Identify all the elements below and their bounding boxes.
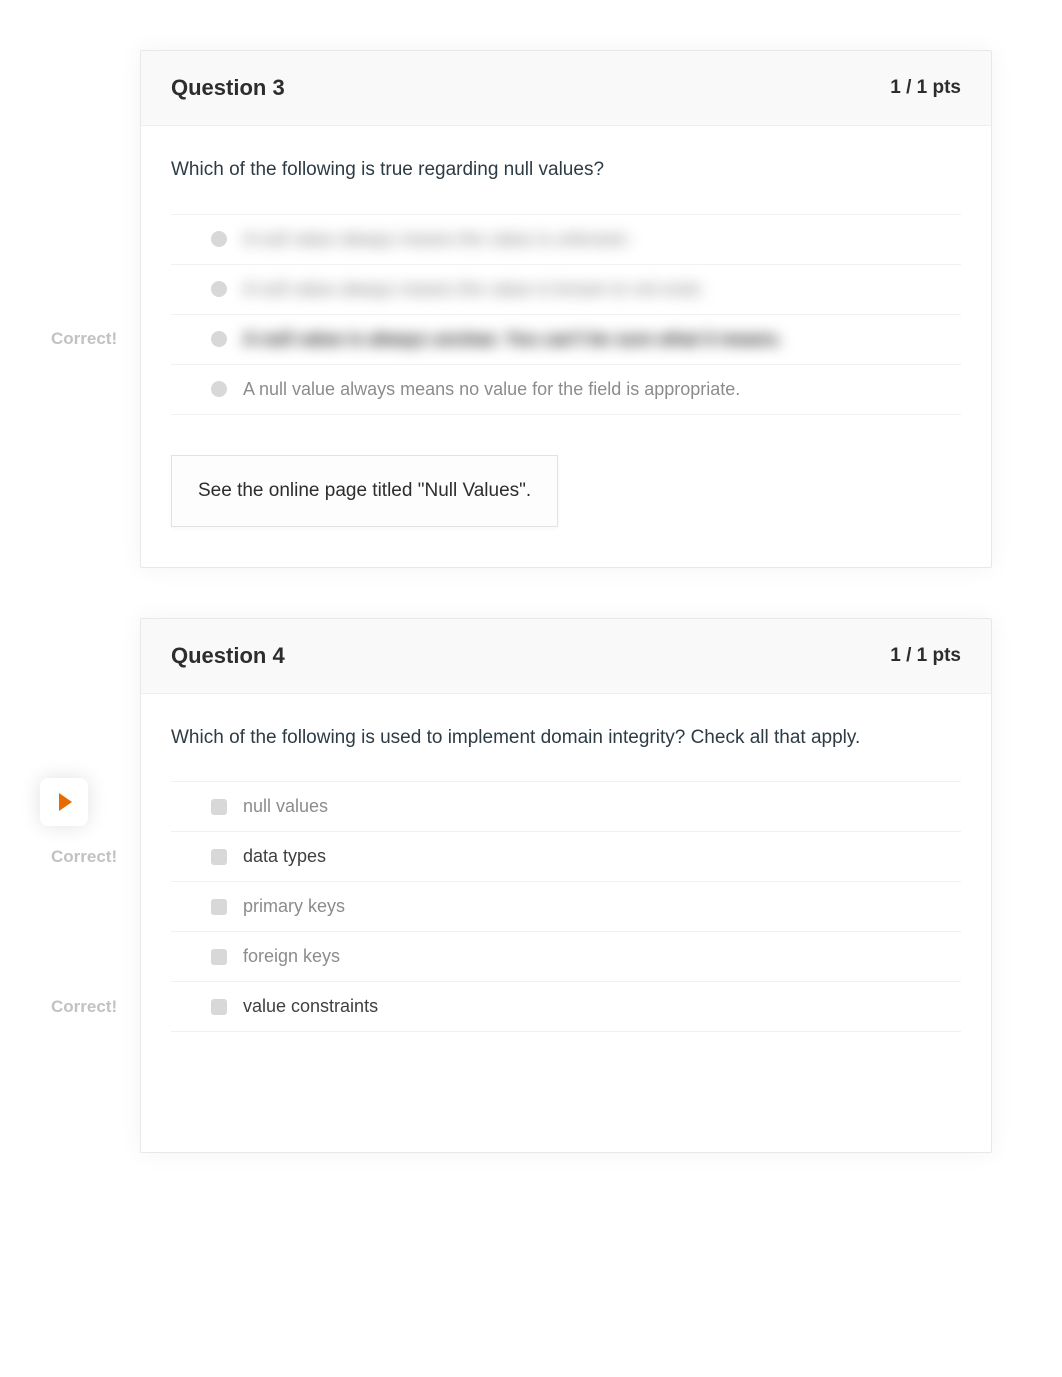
checkbox-icon <box>211 849 227 865</box>
answer-text: A null value always means the value is k… <box>243 279 704 300</box>
radio-icon <box>211 281 227 297</box>
answer-text: A null value always means the value is u… <box>243 229 632 250</box>
answer-option: foreign keys <box>171 931 961 981</box>
question-body: Which of the following is used to implem… <box>141 694 991 1153</box>
feedback-box: See the online page titled "Null Values"… <box>171 455 558 527</box>
question-title: Question 4 <box>171 643 285 669</box>
answer-text: primary keys <box>243 896 345 917</box>
answer-option-correct: Correct! A null value is always unclear.… <box>171 314 961 364</box>
question-title: Question 3 <box>171 75 285 101</box>
correct-label: Correct! <box>51 329 117 349</box>
question-prompt: Which of the following is used to implem… <box>171 724 961 752</box>
question-header: Question 3 1 / 1 pts <box>141 51 991 126</box>
answer-option: A null value always means no value for t… <box>171 364 961 415</box>
question-3: Question 3 1 / 1 pts Which of the follow… <box>140 50 992 568</box>
play-button[interactable] <box>40 778 88 826</box>
correct-label: Correct! <box>51 997 117 1017</box>
answer-option-correct: Correct! value constraints <box>171 981 961 1032</box>
question-card: Question 3 1 / 1 pts Which of the follow… <box>140 50 992 568</box>
radio-icon <box>211 331 227 347</box>
answer-text: foreign keys <box>243 946 340 967</box>
answer-text: data types <box>243 846 326 867</box>
question-card: Question 4 1 / 1 pts Which of the follow… <box>140 618 992 1154</box>
answer-list: null values Correct! data types primary … <box>171 781 961 1032</box>
answer-list: A null value always means the value is u… <box>171 214 961 415</box>
checkbox-icon <box>211 999 227 1015</box>
answer-option: A null value always means the value is u… <box>171 214 961 264</box>
correct-label: Correct! <box>51 847 117 867</box>
checkbox-icon <box>211 949 227 965</box>
question-4: Question 4 1 / 1 pts Which of the follow… <box>140 618 992 1154</box>
answer-option: primary keys <box>171 881 961 931</box>
answer-text: value constraints <box>243 996 378 1017</box>
question-prompt: Which of the following is true regarding… <box>171 156 961 184</box>
question-points: 1 / 1 pts <box>890 645 961 667</box>
answer-option: A null value always means the value is k… <box>171 264 961 314</box>
answer-option-correct: Correct! data types <box>171 831 961 881</box>
checkbox-icon <box>211 799 227 815</box>
radio-icon <box>211 381 227 397</box>
answer-text: A null value is always unclear. You can'… <box>243 329 782 350</box>
answer-text: null values <box>243 796 328 817</box>
feedback-text: See the online page titled "Null Values"… <box>198 480 531 501</box>
play-icon <box>59 793 72 811</box>
checkbox-icon <box>211 899 227 915</box>
question-header: Question 4 1 / 1 pts <box>141 619 991 694</box>
answer-text: A null value always means no value for t… <box>243 379 740 400</box>
answer-option: null values <box>171 781 961 831</box>
radio-icon <box>211 231 227 247</box>
question-body: Which of the following is true regarding… <box>141 126 991 567</box>
question-points: 1 / 1 pts <box>890 77 961 99</box>
